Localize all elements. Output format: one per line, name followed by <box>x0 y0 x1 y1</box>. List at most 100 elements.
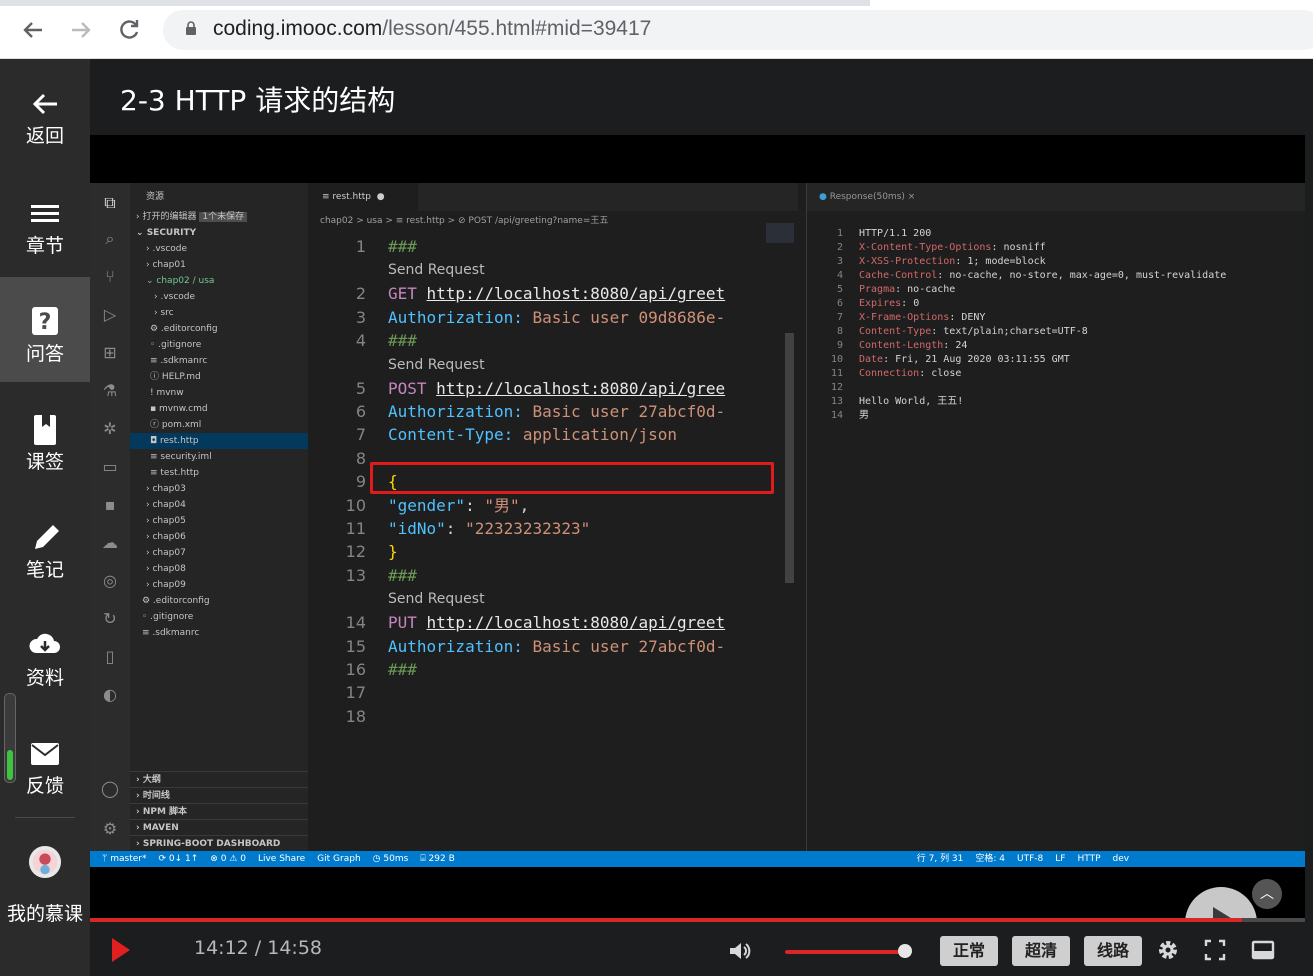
status-item[interactable]: ⊗ 0 ⚠ 0 <box>210 854 246 864</box>
url-path: /lesson/455.html#mid=39417 <box>382 17 652 40</box>
explorer-section-2[interactable]: › NPM 脚本 <box>130 803 314 820</box>
file-tree-item[interactable]: › chap07 <box>130 545 324 561</box>
status-item[interactable]: HTTP <box>1077 854 1100 864</box>
active-tab[interactable] <box>870 0 1313 6</box>
file-tree-item[interactable]: › src <box>130 305 332 321</box>
line-number: 18 <box>345 706 366 726</box>
file-tree-item[interactable]: ≡ .sdkmanrc <box>130 353 328 369</box>
fullscreen-icon[interactable] <box>1203 938 1227 962</box>
code-editor: ≡ rest.http ● chap02 > usa > ≡ rest.http… <box>308 183 798 851</box>
file-tree-item[interactable]: ≡ .sdkmanrc <box>130 625 320 641</box>
header-name: X-XSS-Protection <box>859 256 956 267</box>
code-text: ### <box>388 658 417 681</box>
play-icon[interactable] <box>112 938 130 962</box>
status-item[interactable]: Live Share <box>258 854 305 864</box>
file-tree-item[interactable]: ◦ .gitignore <box>130 337 328 353</box>
sidebar-item-back[interactable]: 返回 <box>0 59 90 164</box>
sidebar-item-label: 课签 <box>25 451 64 473</box>
response-tab-label: Response(50ms) <box>829 192 905 202</box>
file-tree-item[interactable]: › chap05 <box>130 513 324 529</box>
file-tree-item[interactable]: › .vscode <box>130 289 332 305</box>
file-tree-item[interactable]: › chap06 <box>130 529 324 545</box>
line-number: 8 <box>355 448 366 468</box>
response-text: HTTP/1.1 200 <box>859 227 931 241</box>
volume-icon[interactable] <box>728 940 752 962</box>
scroll-up-button[interactable]: ︿ <box>1252 879 1282 909</box>
line-number: 10 <box>830 354 843 365</box>
header-name: X-Frame-Options <box>859 312 950 323</box>
forward-icon[interactable] <box>68 17 94 43</box>
header-name: Content-Length <box>859 340 944 351</box>
status-item[interactable]: 行 7, 列 31 <box>917 854 964 864</box>
file-tree-item[interactable]: ◘ rest.httpU <box>130 433 328 449</box>
status-item[interactable]: ⌸ 292 B <box>420 854 454 864</box>
sidebar-item-my-imooc[interactable]: 我的慕课 <box>0 819 90 925</box>
course-sidebar: 返回 章节 ? 问答 课签 笔记 资料 反馈 我的慕课 <box>0 59 90 976</box>
header-name: Expires <box>859 298 902 309</box>
code-token: http://localhost:8080/api/gree <box>436 378 726 398</box>
explorer-section-4[interactable]: › SPRING-BOOT DASHBOARD <box>130 835 314 852</box>
file-tree-item[interactable]: ⓡ pom.xml <box>130 417 328 433</box>
file-tree-item[interactable]: ! mvnw <box>130 385 328 401</box>
sidebar-item-qa[interactable]: ? 问答 <box>0 277 90 382</box>
status-item[interactable]: Git Graph <box>317 854 360 864</box>
file-tree-item[interactable]: › chap03 <box>130 481 324 497</box>
file-tree-item[interactable]: ≡ security.iml <box>130 449 328 465</box>
file-tree-item[interactable]: ≡ test.http <box>130 465 328 481</box>
sidebar-item-chapters[interactable]: 章节 <box>0 169 90 274</box>
explorer-header: 资源 <box>146 192 165 202</box>
share-icon: ↻ <box>103 609 117 628</box>
status-item[interactable]: ⟳ 0↓ 1↑ <box>159 854 199 864</box>
file-tree-item[interactable]: ◦ .gitignore <box>130 609 320 625</box>
widescreen-icon[interactable] <box>1251 938 1275 962</box>
line-button[interactable]: 线路 <box>1084 936 1142 966</box>
status-item[interactable]: 空格: 4 <box>975 854 1005 864</box>
sidebar-item-bookmarks[interactable]: 课签 <box>0 385 90 490</box>
line-number: 8 <box>836 326 843 337</box>
header-value: : no-cache <box>895 284 956 295</box>
explorer-section-0[interactable]: › 大纲 <box>130 771 314 788</box>
open-editors-section[interactable]: › 打开的编辑器 1个未保存 <box>130 209 314 225</box>
file-tree-item[interactable]: ⌄ chap02 / usa <box>130 273 324 289</box>
code-token: Content-Type: <box>388 425 523 445</box>
volume-slider-handle[interactable] <box>898 944 912 958</box>
response-tab[interactable]: ● Response(50ms) × <box>807 183 1305 211</box>
code-line: 16 ### <box>308 658 778 681</box>
status-item[interactable]: UTF-8 <box>1017 854 1043 864</box>
status-item[interactable]: ᛘ master* <box>102 854 147 864</box>
explorer-section-3[interactable]: › MAVEN <box>130 819 314 836</box>
file-tree-item[interactable]: ⚙ .editorconfig <box>130 321 328 337</box>
send-request-link[interactable]: Send Request <box>388 591 485 608</box>
file-tree-item[interactable]: › chap08 <box>130 561 324 577</box>
back-icon[interactable] <box>20 17 46 43</box>
settings-gear-icon[interactable] <box>1156 938 1180 962</box>
editor-scrollbar[interactable] <box>785 333 794 583</box>
address-bar[interactable]: coding.imooc.com/lesson/455.html#mid=394… <box>163 10 1313 50</box>
volume-slider[interactable] <box>785 950 905 954</box>
file-tree-item[interactable]: › chap09 <box>130 577 324 593</box>
line-number: 2 <box>355 284 366 304</box>
workspace-root[interactable]: ⌄ SECURITY <box>130 225 314 241</box>
file-tree-item[interactable]: ▪ mvnw.cmd <box>130 401 328 417</box>
file-tree-item[interactable]: ⚙ .editorconfig <box>130 593 320 609</box>
status-item[interactable]: dev <box>1113 854 1130 864</box>
code-token: Authorization: <box>388 636 533 656</box>
sidebar-item-notes[interactable]: 笔记 <box>0 493 90 598</box>
quality-button[interactable]: 超清 <box>1012 936 1070 966</box>
reload-icon[interactable] <box>116 17 142 43</box>
video-frame[interactable]: ⧉ ⌕ ⑂ ▷ ⊞ ⚗ ✲ ▭ ▪ ☁ ◎ ↻ ▯ ◐ ◯ ⚙ 资源 › 打开的… <box>90 135 1305 959</box>
sidebar-item-materials[interactable]: 资料 <box>0 601 90 706</box>
speed-button[interactable]: 正常 <box>940 936 998 966</box>
status-item[interactable]: ◷ 50ms <box>373 854 409 864</box>
explorer-section-1[interactable]: › 时间线 <box>130 787 314 804</box>
send-request-link[interactable]: Send Request <box>388 357 485 374</box>
file-tree-item[interactable]: › chap04 <box>130 497 324 513</box>
tab-strip <box>0 0 1313 6</box>
tab-rest-http[interactable]: ≡ rest.http ● <box>308 183 418 211</box>
file-tree-item[interactable]: ⓘ HELP.md <box>130 369 328 385</box>
file-tree-item[interactable]: › chap01 <box>130 257 324 273</box>
code-token: Basic user 27abcf0d- <box>532 636 726 656</box>
send-request-link[interactable]: Send Request <box>388 262 485 279</box>
file-tree-item[interactable]: › .vscode <box>130 241 324 257</box>
status-item[interactable]: LF <box>1055 854 1065 864</box>
